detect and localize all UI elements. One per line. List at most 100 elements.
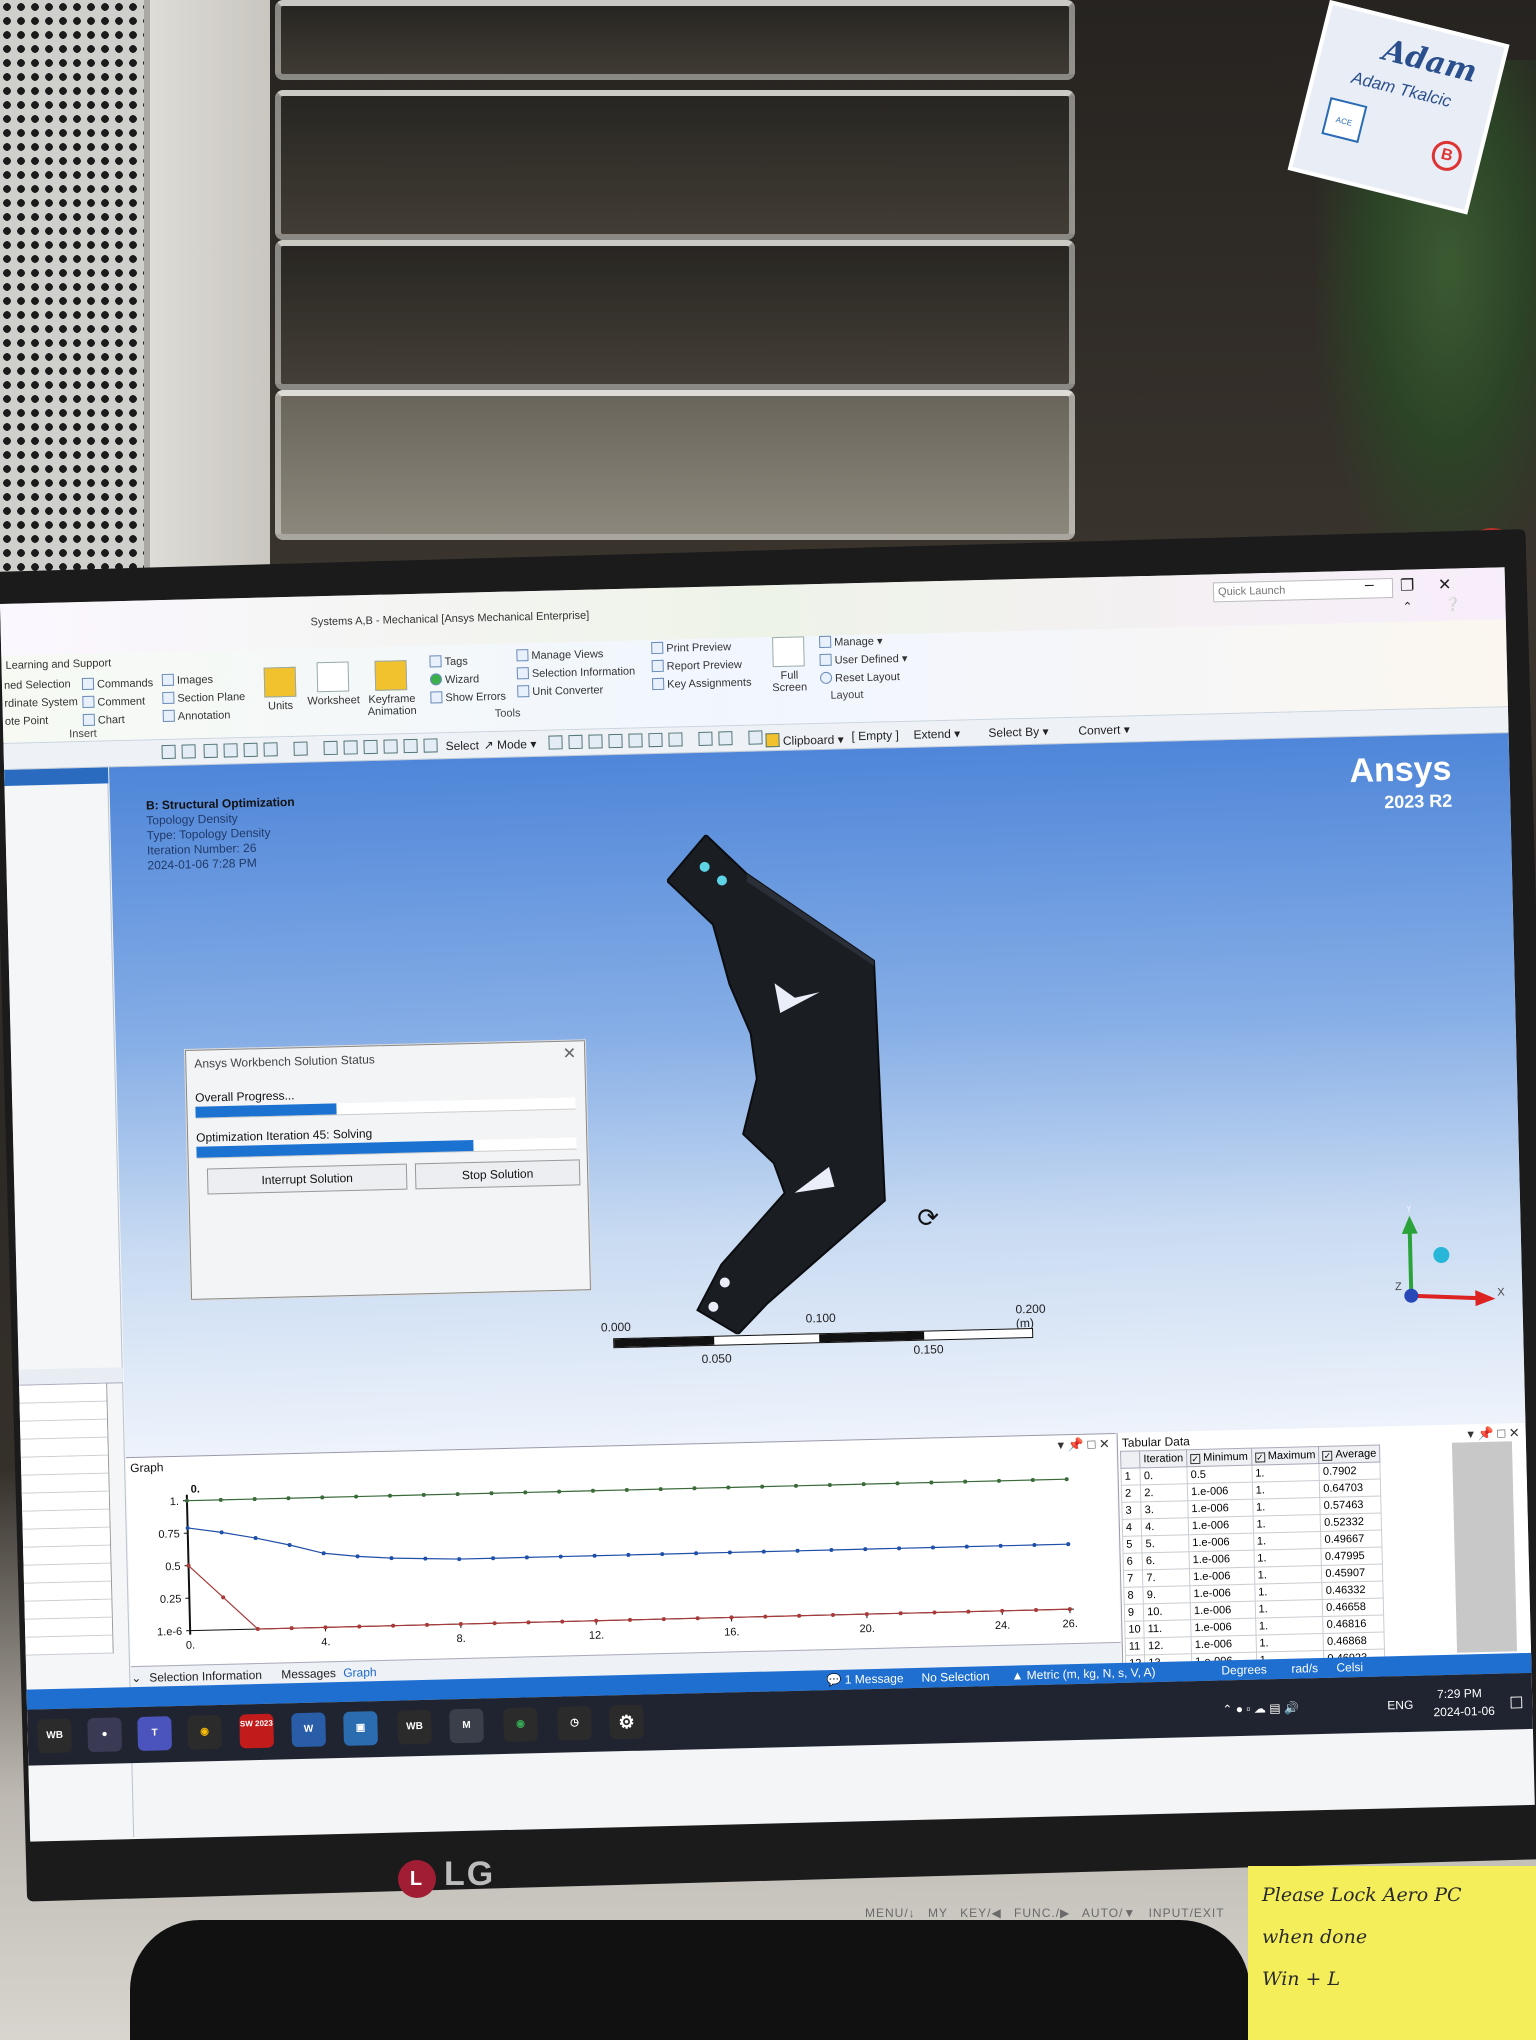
minimize-icon[interactable]: –: [1365, 576, 1374, 594]
checkbox-icon[interactable]: ✓: [1190, 1453, 1201, 1465]
select-body-icon[interactable]: [608, 733, 623, 749]
select-node-icon[interactable]: [628, 733, 643, 748]
language-indicator[interactable]: ENG: [1387, 1698, 1413, 1713]
details-row[interactable]: [25, 1635, 113, 1656]
units-status[interactable]: ▲ Metric (m, kg, N, s, V, A): [1011, 1665, 1155, 1683]
previous-view-icon[interactable]: [423, 738, 438, 753]
select-mesh-icon[interactable]: [668, 732, 683, 747]
select-by-button[interactable]: Select By ▾: [988, 724, 1048, 739]
taskbar-chrome[interactable]: ◉: [187, 1714, 223, 1750]
select-vertex-icon[interactable]: [548, 735, 563, 750]
taskbar-chrome[interactable]: ◉: [503, 1707, 538, 1743]
details-row[interactable]: [20, 1455, 109, 1476]
clock-date[interactable]: 2024-01-06: [1433, 1704, 1495, 1719]
checkbox-icon[interactable]: ✓: [1322, 1450, 1333, 1461]
close-icon[interactable]: ✕: [1438, 575, 1452, 595]
shaded-view-icon[interactable]: [203, 743, 218, 759]
ribbon-section-plane[interactable]: Section Plane: [162, 690, 245, 705]
tab-graph[interactable]: Graph: [343, 1665, 377, 1680]
extend-button[interactable]: Extend ▾: [913, 727, 960, 742]
taskbar-settings[interactable]: ⚙: [609, 1704, 644, 1740]
column-header-maximum[interactable]: ✓ Maximum: [1251, 1446, 1320, 1466]
taskbar-solidworks[interactable]: SW 2023: [239, 1713, 275, 1749]
monitor-buttons[interactable]: MENU/↓ MY KEY/◀ FUNC./▶ AUTO/▼ INPUT/EXI…: [865, 1906, 1225, 1920]
ribbon-show-errors[interactable]: Show Errors: [430, 690, 506, 705]
details-row[interactable]: [22, 1527, 111, 1548]
temperature-status[interactable]: Celsi: [1336, 1660, 1363, 1675]
messages-status[interactable]: 💬 1 Message: [826, 1671, 903, 1687]
full-screen-button[interactable]: Full Screen: [771, 636, 807, 694]
select-element-icon[interactable]: [648, 732, 663, 748]
tabular-scroll-area[interactable]: [1451, 1441, 1518, 1653]
box-zoom-icon[interactable]: [363, 739, 378, 755]
ribbon-key-assignments[interactable]: Key Assignments: [652, 676, 752, 691]
rads-status[interactable]: rad/s: [1291, 1661, 1318, 1676]
ribbon-reset-layout[interactable]: Reset Layout: [819, 670, 900, 685]
select-face-icon[interactable]: [588, 734, 603, 749]
ribbon-images[interactable]: Images: [161, 673, 213, 687]
zoom-icon[interactable]: [343, 740, 358, 755]
ribbon-item[interactable]: ote Point: [5, 715, 49, 728]
tab-selection-information[interactable]: Selection Information: [149, 1668, 262, 1685]
column-header-minimum[interactable]: ✓ Minimum: [1186, 1448, 1252, 1467]
iso-view-ball[interactable]: [1433, 1246, 1450, 1263]
outline-header[interactable]: [4, 767, 109, 786]
pan-icon[interactable]: [323, 740, 338, 756]
keyframe-animation-button[interactable]: Keyframe Animation: [367, 660, 417, 718]
select-tool-icon[interactable]: [748, 730, 763, 745]
ribbon-selection-information[interactable]: Selection Information: [516, 665, 635, 681]
help-icon[interactable]: ❔: [1444, 596, 1461, 612]
taskbar-teams[interactable]: T: [137, 1716, 173, 1751]
details-row[interactable]: [23, 1545, 111, 1566]
taskbar-app-icon[interactable]: ▣: [343, 1711, 378, 1746]
topology-part[interactable]: [665, 830, 908, 1336]
details-row[interactable]: [24, 1617, 113, 1638]
panel-controls[interactable]: ▾ 📌 □ ✕: [1467, 1425, 1520, 1442]
display-style-icon[interactable]: [223, 743, 238, 758]
ribbon-item[interactable]: ned Selection: [4, 678, 71, 692]
ribbon-unit-converter[interactable]: Unit Converter: [517, 683, 603, 698]
ribbon-print-preview[interactable]: Print Preview: [651, 640, 731, 655]
restore-icon[interactable]: ❐: [1400, 575, 1415, 595]
details-row[interactable]: [22, 1509, 110, 1530]
select-label[interactable]: Select: [445, 738, 479, 753]
taskbar-word[interactable]: W: [291, 1712, 327, 1748]
units-button[interactable]: Units: [263, 666, 297, 713]
select-edge-icon[interactable]: [568, 734, 583, 750]
ribbon-user-defined[interactable]: User Defined ▾: [819, 652, 908, 667]
convergence-chart[interactable]: 0. 1. 0.75 0.5 0.25 1.e-6 0. 4. 8. 12. 16. 20. 24. 26…: [126, 1452, 1120, 1666]
axis-triad[interactable]: Y X Z: [1385, 1203, 1508, 1316]
taskbar-app-icon[interactable]: ●: [87, 1717, 123, 1753]
ribbon-annotation[interactable]: Annotation: [162, 708, 231, 723]
details-header[interactable]: [18, 1367, 124, 1386]
ribbon-wizard[interactable]: Wizard: [429, 672, 479, 686]
notifications-icon[interactable]: ☐: [1509, 1693, 1524, 1713]
chevron-up-icon[interactable]: ⌃: [1402, 599, 1412, 613]
details-row[interactable]: [19, 1401, 107, 1422]
zoom-fit-icon[interactable]: [383, 739, 398, 754]
ribbon-manage-views[interactable]: Manage Views: [516, 647, 604, 662]
worksheet-button[interactable]: Worksheet: [307, 661, 360, 708]
ribbon-report-preview[interactable]: Report Preview: [651, 658, 742, 673]
mesh-icon[interactable]: [263, 742, 278, 757]
checkbox-icon[interactable]: ✓: [1254, 1452, 1265, 1463]
taskbar-mechanical[interactable]: M: [449, 1708, 484, 1744]
clock-time[interactable]: 7:29 PM: [1437, 1686, 1482, 1701]
ribbon-commands[interactable]: Commands: [81, 676, 153, 691]
select-tool-icon[interactable]: [718, 731, 733, 746]
zoom-out-icon[interactable]: [181, 744, 196, 759]
convert-button[interactable]: Convert ▾: [1078, 722, 1130, 737]
details-row[interactable]: [19, 1419, 108, 1440]
column-header[interactable]: Iteration: [1139, 1449, 1187, 1468]
taskbar-workbench[interactable]: WB: [37, 1718, 73, 1754]
magnifier-icon[interactable]: [403, 738, 418, 754]
tab-messages[interactable]: Messages: [281, 1666, 336, 1681]
taskbar-workbench[interactable]: WB: [397, 1709, 432, 1745]
ribbon-comment[interactable]: Comment: [82, 694, 145, 709]
select-tool-icon[interactable]: [698, 731, 713, 746]
taskbar-app-icon[interactable]: ◷: [557, 1705, 592, 1741]
ribbon-tags[interactable]: Tags: [429, 655, 468, 669]
details-row[interactable]: [23, 1563, 111, 1584]
details-row[interactable]: [21, 1491, 110, 1512]
stop-solution-button[interactable]: Stop Solution: [414, 1159, 581, 1190]
